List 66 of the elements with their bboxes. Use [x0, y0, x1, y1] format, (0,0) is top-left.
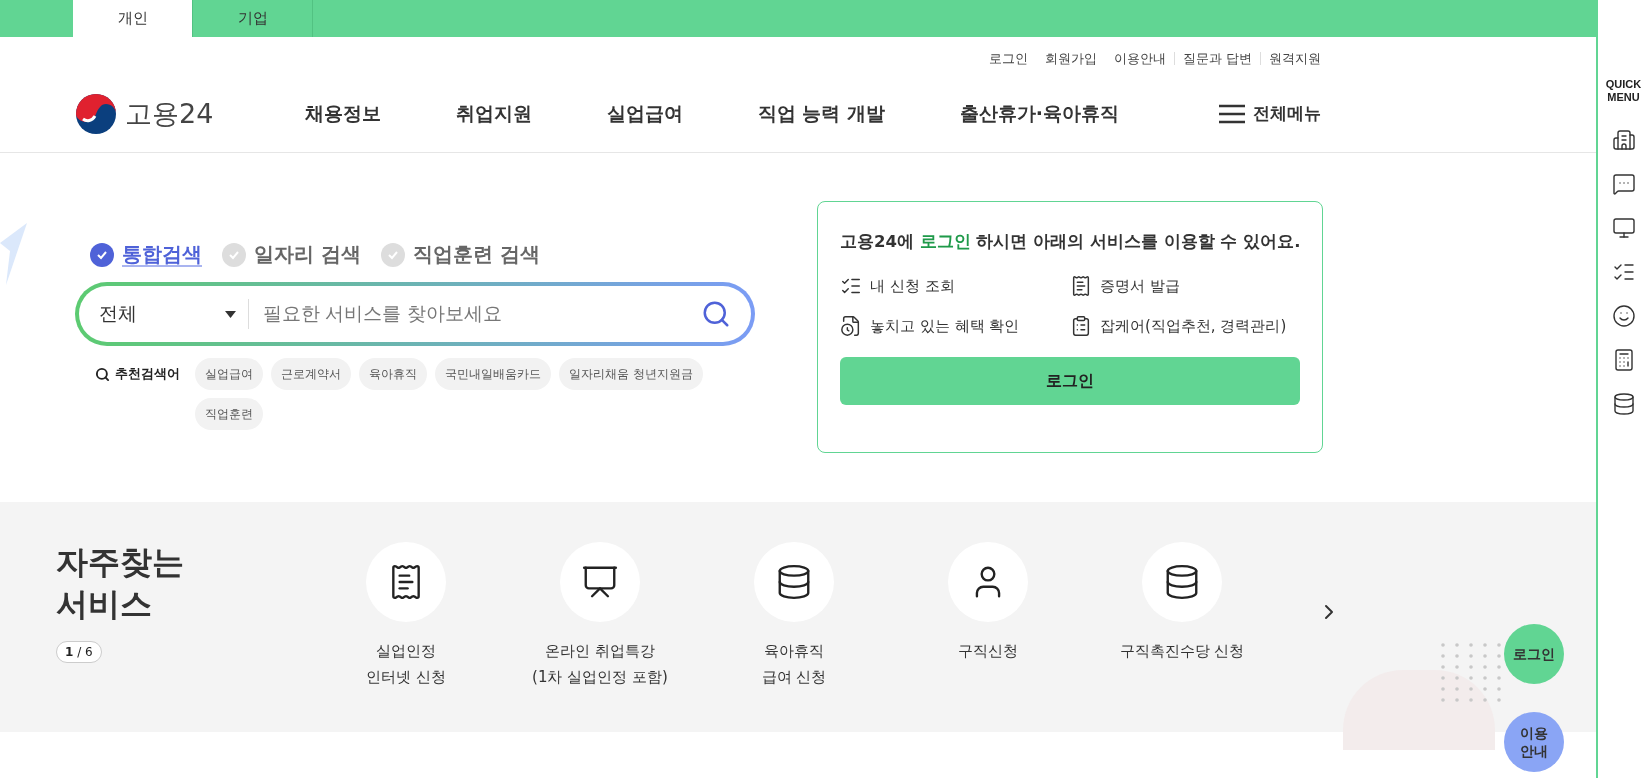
section-title: 자주찾는 서비스 [56, 542, 185, 625]
quick-menu-button[interactable] [1611, 216, 1636, 241]
caret-icon [225, 310, 236, 318]
utility-link[interactable]: 이용안내 [1104, 51, 1174, 65]
logo-emblem-icon [75, 92, 117, 135]
building-icon [1611, 128, 1636, 153]
keyword-chip[interactable]: 실업급여 [195, 358, 263, 390]
service-label: 실업인정 인터넷 신청 [366, 641, 446, 689]
database-icon [1611, 392, 1636, 417]
utility-link[interactable]: 회원가입 [1035, 51, 1105, 65]
service-shortcut[interactable]: 구직촉진수당 신청 [1085, 542, 1279, 732]
nav-item[interactable]: 취업지원 [455, 100, 532, 127]
service-link[interactable]: 내 신청 조회 [840, 275, 1070, 298]
quick-menu-button[interactable] [1611, 172, 1636, 197]
recommend-label: 추천검색어 [95, 358, 187, 390]
utility-link[interactable]: 질문과 답변 [1173, 51, 1260, 65]
paper-plane-icon [0, 223, 27, 285]
search-icon [701, 299, 731, 329]
search-tab[interactable]: 일자리 검색 [222, 241, 361, 268]
keyword-chip[interactable]: 국민내일배움카드 [435, 358, 551, 390]
logo-text[interactable]: 고용24 [125, 95, 214, 132]
search-input[interactable]: 필요한 서비스를 찾아보세요 [249, 302, 701, 326]
category-dropdown[interactable]: 전체 [99, 299, 249, 329]
keyword-chip[interactable]: 직업훈련 [195, 398, 263, 430]
service-label: 구직신청 [958, 641, 1018, 662]
monitor-icon [1611, 216, 1636, 241]
menu-icon [1219, 103, 1245, 124]
keyword-chip[interactable]: 육아휴직 [359, 358, 427, 390]
login-message: 고용24에 로그인 하시면 아래의 서비스를 이용할 수 있어요. [840, 231, 1300, 253]
service-label: 구직촉진수당 신청 [1119, 641, 1245, 662]
smile-icon [1611, 304, 1636, 329]
check-circle-icon [380, 242, 405, 267]
search-icon [95, 366, 110, 382]
check-circle-icon [90, 242, 114, 267]
search-tab[interactable]: 직업훈련 검색 [380, 241, 540, 268]
service-link[interactable]: 놓치고 있는 혜택 확인 [840, 315, 1070, 338]
chat-bubble-icon [1611, 172, 1636, 197]
quick-menu-button[interactable] [1611, 304, 1636, 329]
all-menu-button[interactable]: 전체메뉴 [1219, 102, 1321, 125]
search-tab[interactable]: 통합검색 [90, 241, 202, 268]
keyword-chip[interactable]: 일자리채움 청년지원금 [559, 358, 703, 390]
audience-tab[interactable]: 개인 [73, 0, 193, 37]
nav-item[interactable]: 실업급여 [606, 100, 683, 127]
all-menu-label[interactable]: 전체메뉴 [1253, 102, 1321, 125]
page-indicator: 1 / 6 [56, 641, 102, 664]
floating-button[interactable]: 이용 안내 [1504, 712, 1564, 772]
nav-item[interactable]: 출산휴가·육아휴직 [959, 100, 1119, 127]
service-label: 온라인 취업특강 (1차 실업인정 포함) [532, 641, 668, 689]
nav-item[interactable]: 직업 능력 개발 [757, 100, 885, 127]
service-link[interactable]: 잡케어(직업추천, 경력관리) [1070, 315, 1300, 338]
utility-link[interactable]: 로그인 [979, 51, 1036, 65]
check-circle-icon [222, 242, 246, 267]
login-button[interactable]: 로그인 [840, 357, 1300, 406]
utility-link[interactable]: 원격지원 [1260, 51, 1321, 65]
service-shortcut[interactable]: 온라인 취업특강 (1차 실업인정 포함) [503, 542, 697, 732]
service-shortcut[interactable]: 구직신청 [891, 542, 1085, 732]
keyword-chip[interactable]: 근로계약서 [271, 358, 351, 390]
nav-item[interactable]: 채용정보 [305, 100, 381, 127]
search-button[interactable] [701, 299, 731, 329]
quick-menu-button[interactable] [1611, 128, 1636, 153]
quick-menu-title: QUICK MENU [1605, 78, 1642, 105]
service-link[interactable]: 증명서 발급 [1070, 275, 1300, 298]
service-shortcut[interactable]: 육아휴직 급여 신청 [697, 542, 891, 732]
service-label: 육아휴직 급여 신청 [761, 641, 827, 689]
service-shortcut[interactable]: 실업인정 인터넷 신청 [309, 542, 503, 732]
quick-menu-button[interactable] [1611, 392, 1636, 417]
